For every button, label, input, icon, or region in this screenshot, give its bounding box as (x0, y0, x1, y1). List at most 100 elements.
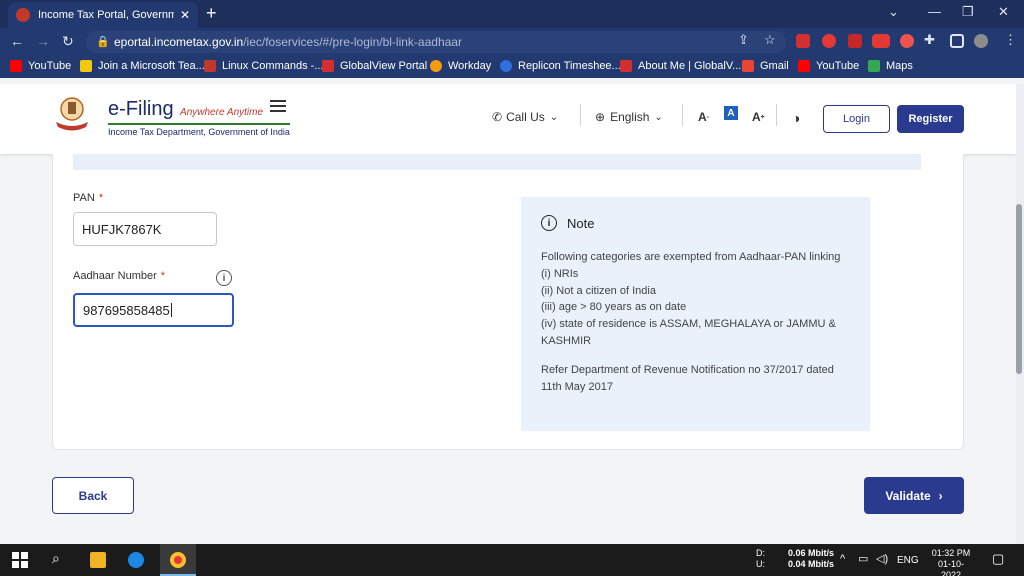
chrome-taskbar-button[interactable] (160, 544, 196, 576)
workday-icon (430, 60, 442, 72)
address-bar-row: ← → ↻ 🔒 eportal.incometax.gov.in/iec/fos… (0, 28, 1024, 56)
bookmark-label: YouTube (816, 60, 860, 72)
link-aadhaar-form-card: PAN * HUFJK7867K Aadhaar Number * i 987695… (52, 154, 964, 450)
required-marker: * (98, 192, 104, 204)
language-dropdown[interactable]: ⊕ English ⌄ (595, 110, 663, 124)
pan-label-text: PAN (73, 192, 95, 204)
file-explorer-icon[interactable] (90, 552, 106, 568)
share-icon[interactable]: ⇪ (738, 32, 749, 48)
note-line: (i) NRIs (541, 267, 579, 280)
search-icon[interactable]: ⌕ (52, 550, 68, 566)
adblock-icon[interactable] (872, 34, 890, 48)
brand-logo[interactable]: e-Filing Anywhere Anytime Income Tax Dep… (108, 98, 290, 137)
clock-date: 01-10-2022 (937, 559, 964, 576)
bookmark-item[interactable]: Maps (868, 60, 913, 72)
emblem-icon (56, 97, 88, 131)
forward-arrow-icon[interactable]: → (36, 33, 50, 49)
bookmark-item[interactable]: YouTube (798, 60, 859, 72)
extension-icon[interactable] (848, 34, 862, 48)
chevron-down-icon: ⌄ (549, 111, 559, 123)
note-footer: Refer Department of Revenue Notification… (541, 363, 834, 393)
divider (682, 104, 683, 126)
puzzle-extensions-icon[interactable]: ✚ (924, 32, 935, 48)
new-tab-button[interactable]: + (206, 4, 217, 22)
phone-icon: ✆ (492, 110, 503, 124)
battery-icon[interactable]: ▭ (858, 554, 868, 565)
edge-icon[interactable] (128, 552, 144, 568)
tab-title: Income Tax Portal, Government o (38, 9, 174, 21)
bookmark-item[interactable]: Join a Microsoft Tea... (80, 60, 205, 72)
menu-kebab-icon[interactable]: ⋮ (1004, 32, 1017, 48)
bookmark-item[interactable]: Workday (430, 60, 491, 72)
minimize-icon[interactable]: — (928, 4, 941, 19)
reload-icon[interactable]: ↻ (62, 33, 74, 50)
chevron-up-icon[interactable]: ^ (840, 554, 845, 565)
bookmark-star-icon[interactable]: ☆ (764, 32, 776, 48)
brand-name: e-Filing (108, 98, 174, 120)
download-speed: 0.06 Mbit/s (788, 548, 835, 558)
tab-search-icon[interactable]: ⌄ (888, 4, 899, 20)
aadhaar-label: Aadhaar Number * (73, 270, 165, 282)
bookmark-item[interactable]: YouTube (10, 60, 71, 72)
url-bar[interactable]: 🔒 eportal.incometax.gov.in/iec/foservice… (86, 31, 786, 53)
validate-button[interactable]: Validate › (864, 477, 964, 514)
back-button[interactable]: Back (52, 477, 134, 514)
pan-field[interactable]: HUFJK7867K (73, 212, 217, 246)
font-increase-button[interactable]: A + (752, 110, 765, 124)
register-button[interactable]: Register (897, 105, 964, 133)
pan-value: HUFJK7867K (82, 221, 162, 237)
side-panel-icon[interactable] (950, 34, 964, 48)
page-scrollbar[interactable] (1016, 84, 1024, 544)
bookmark-item[interactable]: GlobalView Portal (322, 60, 427, 72)
bookmark-item[interactable]: Replicon Timeshee... (500, 60, 621, 72)
tab-close-icon[interactable]: ✕ (180, 8, 190, 22)
bookmark-label: Gmail (760, 60, 789, 72)
input-language[interactable]: ENG (897, 555, 919, 566)
windows-start-icon[interactable] (12, 552, 28, 568)
browser-tab[interactable]: Income Tax Portal, Government o ✕ (8, 2, 198, 28)
divider (776, 104, 777, 126)
lock-icon: 🔒 (96, 36, 110, 48)
font-decrease-button[interactable]: A- (698, 110, 709, 124)
extension-icon[interactable] (796, 34, 810, 48)
font-normal-label: A (727, 107, 735, 119)
note-line: (iv) state of residence is ASSAM, MEGHAL… (541, 318, 836, 347)
back-arrow-icon[interactable]: ← (10, 33, 24, 49)
aadhaar-number-input[interactable]: 987695858485 (73, 293, 234, 327)
back-label: Back (78, 488, 108, 503)
required-marker: * (160, 270, 166, 282)
volume-icon[interactable]: ◁) (876, 554, 888, 565)
bookmark-item[interactable]: Linux Commands -... (204, 60, 323, 72)
extension-icon[interactable] (822, 34, 836, 48)
avatar[interactable] (974, 34, 988, 48)
info-icon[interactable]: i (216, 270, 232, 286)
hamburger-menu-icon[interactable] (270, 100, 286, 115)
bookmarks-bar: YouTube Join a Microsoft Tea... Linux Co… (0, 56, 1024, 78)
bookmark-label: Maps (886, 60, 913, 72)
windows-taskbar: ⌕ D: U: 0.06 Mbit/s 0.04 Mbit/s ^ ▭ ◁) ENG… (0, 544, 1024, 576)
font-normal-button[interactable]: A (724, 106, 738, 120)
scrollbar-thumb[interactable] (1016, 204, 1022, 374)
aadhaar-label-text: Aadhaar Number (73, 270, 157, 282)
note-panel: i Note Following categories are exempted… (521, 197, 870, 431)
bookmark-icon (322, 60, 334, 72)
extension-icon[interactable] (900, 34, 914, 48)
restore-icon[interactable]: ❐ (962, 4, 974, 20)
login-button[interactable]: Login (823, 105, 890, 133)
bookmark-icon (204, 60, 216, 72)
gmail-icon (742, 60, 754, 72)
brand-subtitle: Income Tax Department, Government of Ind… (108, 123, 290, 137)
contrast-toggle-icon[interactable]: ◑ (792, 110, 800, 126)
bookmark-item[interactable]: About Me | GlobalV... (620, 60, 741, 72)
bookmark-item[interactable]: Gmail (742, 60, 789, 72)
network-meter-values: 0.06 Mbit/s 0.04 Mbit/s (788, 548, 834, 570)
notifications-icon[interactable]: ▢ (992, 552, 1004, 565)
close-window-icon[interactable]: ✕ (998, 4, 1009, 20)
validate-label: Validate (885, 488, 931, 503)
clock[interactable]: 01:32 PM 01-10-2022 (928, 548, 974, 576)
microsoft-icon (80, 60, 92, 72)
browser-tab-bar: Income Tax Portal, Government o ✕ + ⌄ — … (0, 0, 1024, 28)
url-host: eportal.incometax.gov.in (114, 35, 244, 49)
call-us-dropdown[interactable]: ✆ Call Us ⌄ (492, 110, 558, 124)
maps-icon (868, 60, 880, 72)
